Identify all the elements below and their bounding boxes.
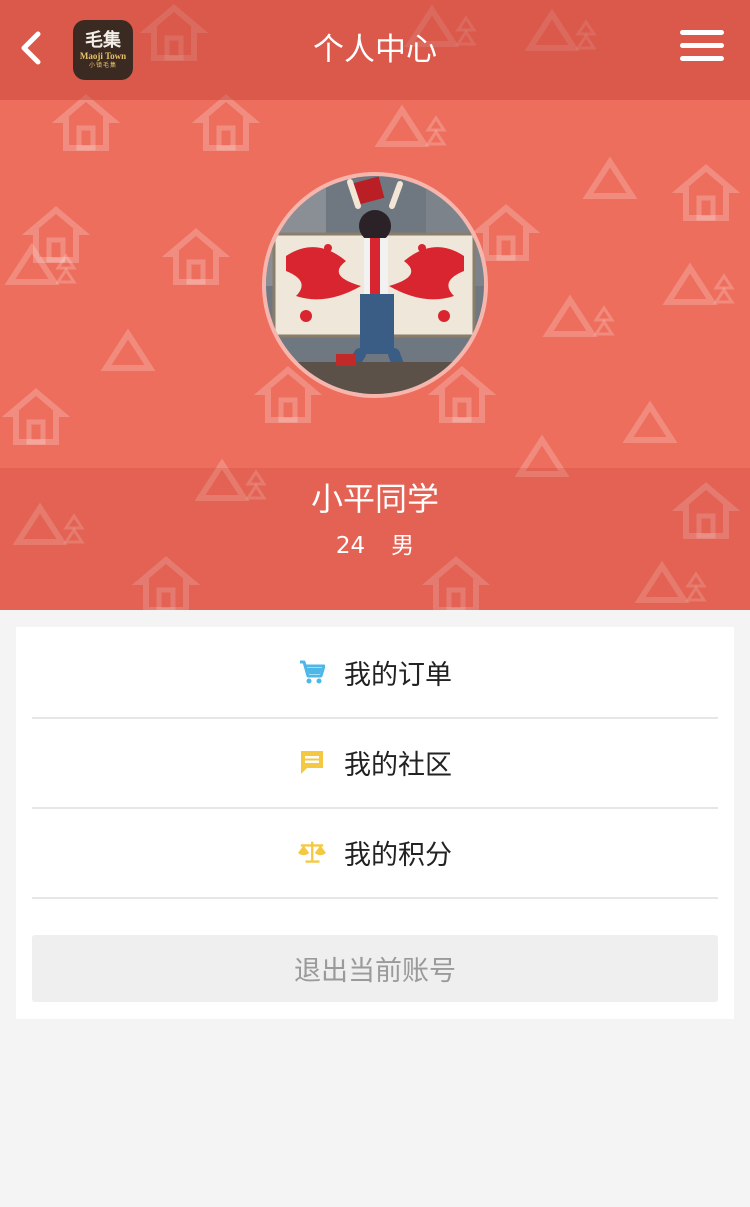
menu-card: 我的订单 我的社区 我的积分 退出当前账号 bbox=[16, 627, 734, 1019]
app-logo: 毛集 Maoji Town 小镇毛集 bbox=[73, 20, 133, 80]
logo-caption: 小镇毛集 bbox=[88, 61, 117, 69]
my-orders-item[interactable]: 我的订单 bbox=[32, 627, 718, 719]
my-points-item[interactable]: 我的积分 bbox=[32, 807, 718, 899]
my-community-item[interactable]: 我的社区 bbox=[32, 717, 718, 809]
back-button[interactable] bbox=[8, 22, 52, 74]
user-meta: 24 男 bbox=[0, 530, 750, 562]
logo-subtitle: Maoji Town bbox=[79, 50, 127, 61]
logo-text: 毛集 bbox=[85, 29, 121, 51]
scale-icon bbox=[298, 838, 326, 866]
hamburger-menu-button[interactable] bbox=[676, 26, 728, 68]
message-icon bbox=[298, 748, 326, 776]
avatar[interactable] bbox=[262, 172, 488, 398]
my-community-label: 我的社区 bbox=[344, 749, 452, 781]
chevron-left-icon bbox=[21, 31, 41, 65]
menu-bar-icon bbox=[680, 43, 724, 48]
logout-button[interactable]: 退出当前账号 bbox=[32, 935, 718, 1002]
cart-icon bbox=[298, 658, 326, 686]
menu-bar-icon bbox=[680, 30, 724, 35]
my-points-label: 我的积分 bbox=[344, 839, 452, 871]
user-gender: 男 bbox=[391, 533, 415, 559]
menu-bar-icon bbox=[680, 56, 724, 61]
avatar-illustration bbox=[266, 176, 484, 394]
user-age: 24 bbox=[335, 533, 366, 559]
profile-header: 毛集 Maoji Town 小镇毛集 个人中心 小平同学 24 男 bbox=[0, 0, 750, 610]
my-orders-label: 我的订单 bbox=[344, 659, 452, 691]
top-navigation-bar: 毛集 Maoji Town 小镇毛集 个人中心 bbox=[0, 0, 750, 100]
username: 小平同学 bbox=[310, 480, 439, 518]
